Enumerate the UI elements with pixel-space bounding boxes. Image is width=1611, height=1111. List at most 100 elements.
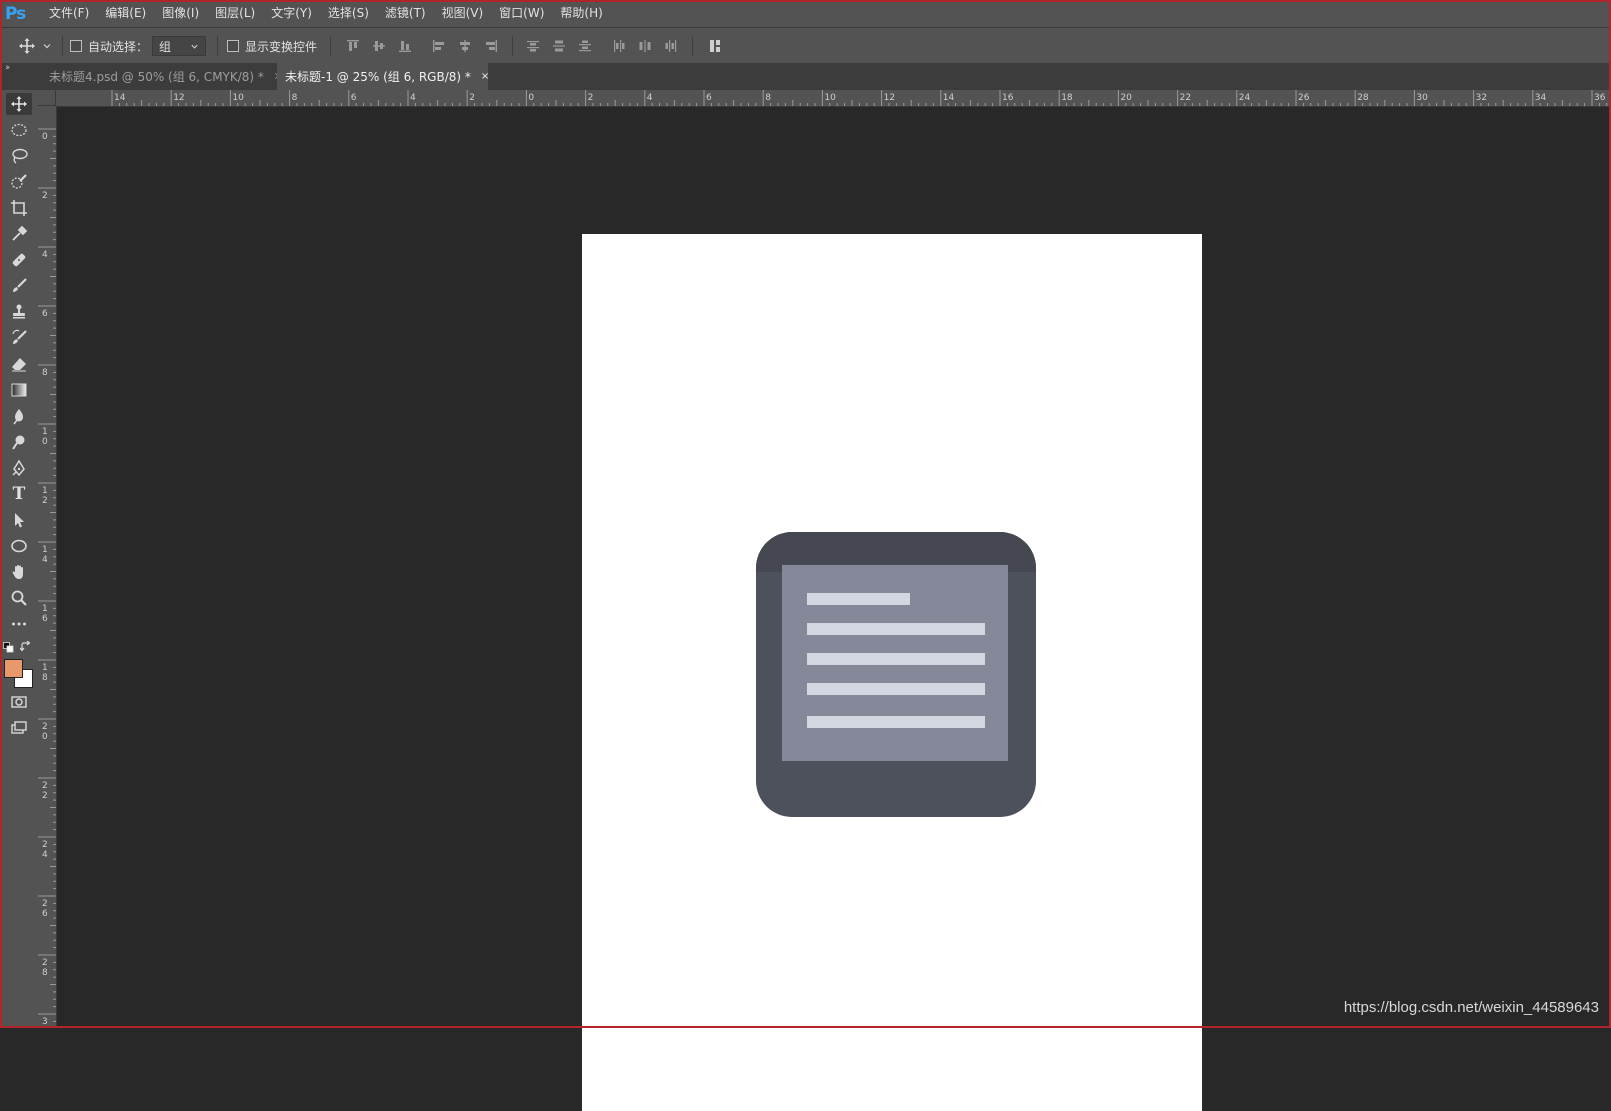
ruler-label: 2 [42, 722, 48, 732]
pen-tool[interactable] [6, 457, 32, 479]
canvas-workspace[interactable]: https://blog.csdn.net/weixin_44589643 [57, 107, 1611, 1111]
menu-bar: Ps 文件(F) 编辑(E) 图像(I) 图层(L) 文字(Y) 选择(S) 滤… [0, 0, 1611, 27]
show-transform-checkbox[interactable] [227, 40, 239, 52]
healing-tool[interactable] [6, 249, 32, 271]
stamp-tool[interactable] [6, 301, 32, 323]
menu-view[interactable]: 视图(V) [434, 0, 492, 27]
distribute-left-icon[interactable] [612, 39, 626, 53]
screen-mode-button[interactable] [6, 717, 32, 739]
options-divider [62, 36, 63, 56]
icon-text-line [807, 683, 985, 695]
ruler-label: 8 [42, 673, 48, 683]
align-hcenter-icon[interactable] [458, 39, 472, 53]
ruler-label: 2 [42, 840, 48, 850]
close-icon[interactable]: × [481, 71, 489, 82]
eyedropper-tool[interactable] [6, 223, 32, 245]
options-divider [692, 36, 693, 56]
toolbar-collapse-icon[interactable]: ›› [5, 63, 10, 73]
auto-select-value: 组 [159, 39, 172, 54]
move-icon [11, 96, 27, 112]
menu-select[interactable]: 选择(S) [320, 0, 377, 27]
ruler-label: 2 [42, 791, 48, 801]
blur-tool[interactable] [6, 405, 32, 427]
auto-select-checkbox[interactable] [70, 40, 82, 52]
marquee-tool[interactable] [6, 119, 32, 141]
align-right-icon[interactable] [484, 39, 498, 53]
ruler-origin[interactable] [38, 90, 56, 106]
distribute-vcenter-icon[interactable] [552, 39, 566, 53]
shape-tool[interactable] [6, 535, 32, 557]
auto-select-label: 自动选择： [88, 39, 149, 54]
document-canvas[interactable] [582, 234, 1202, 1111]
foreground-color-swatch[interactable] [4, 659, 23, 678]
ruler-label: 1 [42, 545, 48, 555]
brush-icon [13, 278, 27, 292]
hand-tool[interactable] [6, 561, 32, 583]
history-brush-tool[interactable] [6, 327, 32, 349]
history-brush-icon [12, 329, 27, 344]
distribute-top-icon[interactable] [526, 39, 540, 53]
dodge-tool[interactable] [6, 431, 32, 453]
type-tool[interactable]: T [6, 483, 32, 505]
ruler-label: 10 [232, 93, 244, 103]
eraser-tool[interactable] [6, 353, 32, 375]
ruler-label: 4 [410, 93, 416, 103]
path-select-tool[interactable] [6, 509, 32, 531]
brush-tool[interactable] [6, 275, 32, 297]
bandage-icon [12, 253, 26, 267]
ruler-label: 6 [42, 309, 48, 319]
tab-document-2[interactable]: 未标题-1 @ 25% (组 6, RGB/8) * × [277, 63, 489, 90]
lasso-tool[interactable] [6, 145, 32, 167]
vertical-ruler[interactable]: 02468101214161820222426283 [38, 106, 57, 1028]
menu-edit[interactable]: 编辑(E) [97, 0, 154, 27]
move-tool[interactable] [6, 93, 32, 115]
ellipsis-icon [12, 622, 26, 626]
icon-text-line [807, 653, 985, 665]
menu-file[interactable]: 文件(F) [41, 0, 97, 27]
default-colors-icon[interactable] [3, 642, 14, 653]
ruler-label: 16 [1002, 93, 1014, 103]
align-top-icon[interactable] [346, 39, 360, 53]
auto-select-dropdown[interactable]: 组 [152, 36, 206, 56]
document-tab-bar: 未标题4.psd @ 50% (组 6, CMYK/8) * × 未标题-1 @… [0, 63, 1611, 90]
menu-type[interactable]: 文字(Y) [263, 0, 320, 27]
screen-mode-icon [11, 721, 27, 734]
menu-window[interactable]: 窗口(W) [491, 0, 552, 27]
swap-colors-icon[interactable] [20, 641, 32, 653]
ruler-label: 2 [588, 93, 594, 103]
horizontal-ruler[interactable]: 14 12 10 8 6 4 2 0 2 4 6 8 10 12 14 16 18 20 22 24 26 28 30 32 3… [56, 90, 1611, 107]
zoom-tool[interactable] [6, 587, 32, 609]
tool-preset-picker[interactable] [18, 28, 52, 64]
menu-layer[interactable]: 图层(L) [207, 0, 263, 27]
options-divider [217, 36, 218, 56]
quick-select-icon [11, 174, 27, 189]
menu-image[interactable]: 图像(I) [154, 0, 207, 27]
ruler-label: 4 [647, 93, 653, 103]
align-bottom-icon[interactable] [398, 39, 412, 53]
more-tools[interactable] [6, 613, 32, 635]
ruler-label: 1 [42, 663, 48, 673]
tab-document-1[interactable]: 未标题4.psd @ 50% (组 6, CMYK/8) * × [41, 63, 282, 90]
gradient-tool[interactable] [6, 379, 32, 401]
ruler-ticks: 02468101214161820222426283 [38, 128, 56, 1027]
auto-align-layers-icon[interactable] [708, 39, 722, 53]
align-vcenter-icon[interactable] [372, 39, 386, 53]
zoom-icon [11, 590, 27, 606]
quick-select-tool[interactable] [6, 171, 32, 193]
distribute-hcenter-icon[interactable] [638, 39, 652, 53]
ruler-label: 2 [42, 191, 48, 201]
tab-label: 未标题-1 @ 25% (组 6, RGB/8) * [285, 70, 471, 84]
ruler-label: 6 [42, 909, 48, 919]
chevron-down-icon [191, 44, 198, 49]
menu-filter[interactable]: 滤镜(T) [377, 0, 434, 27]
menu-help[interactable]: 帮助(H) [552, 0, 610, 27]
ruler-label: 10 [824, 93, 836, 103]
ruler-label: 1 [42, 486, 48, 496]
ruler-label: 34 [1535, 93, 1547, 103]
align-left-icon[interactable] [432, 39, 446, 53]
distribute-bottom-icon[interactable] [578, 39, 592, 53]
photoshop-logo: Ps [5, 3, 26, 24]
crop-tool[interactable] [6, 197, 32, 219]
distribute-right-icon[interactable] [664, 39, 678, 53]
quick-mask-button[interactable] [6, 691, 32, 713]
